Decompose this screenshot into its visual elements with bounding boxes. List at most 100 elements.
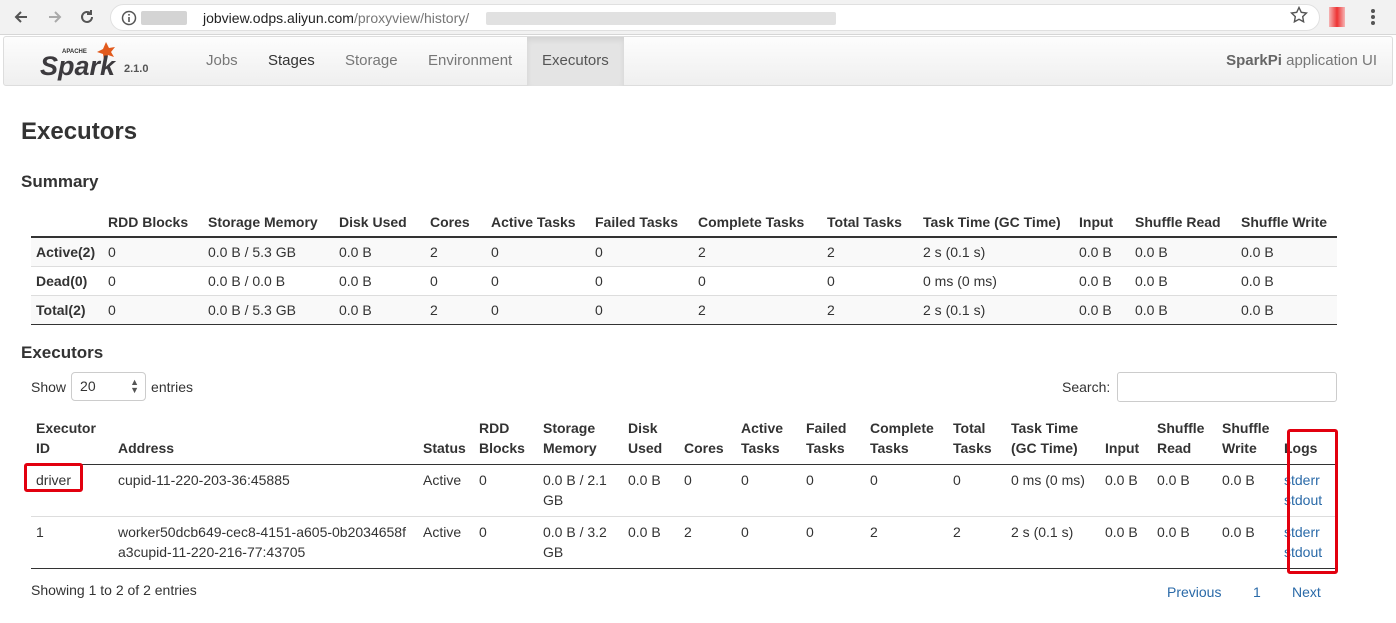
summary-cell: 2 s (0.1 s) (918, 294, 1074, 325)
col-header-input[interactable]: Input (1100, 416, 1152, 465)
executors-header-row: Executor ID Address Status RDD Blocks St… (31, 416, 1337, 465)
browser-toolbar: jobview.odps.aliyun.com/proxyview/histor… (0, 0, 1396, 35)
tab-executors[interactable]: Executors (527, 37, 624, 86)
svg-text:Spark: Spark (40, 51, 117, 81)
url-text: jobview.odps.aliyun.com/proxyview/histor… (203, 10, 470, 26)
executor-active-tasks: 0 (736, 516, 801, 569)
summary-cell: 0 (486, 294, 590, 325)
table-info: Showing 1 to 2 of 2 entries (31, 582, 197, 598)
info-icon (121, 10, 137, 26)
table-row: driver cupid-11-220-203-36:45885 Active … (31, 464, 1337, 517)
summary-cell: 0.0 B (1074, 236, 1130, 266)
tab-jobs[interactable]: Jobs (191, 37, 253, 86)
summary-col-header: Storage Memory (203, 208, 334, 238)
summary-col-header: Cores (425, 208, 486, 238)
search-label: Search: (1062, 379, 1111, 395)
executor-active-tasks: 0 (736, 464, 801, 517)
spark-logo[interactable]: APACHE Spark (40, 41, 130, 83)
col-header-task-time[interactable]: Task Time (GC Time) (1006, 416, 1100, 465)
page-size-value: 20 (80, 378, 96, 394)
previous-page-button[interactable]: Previous (1167, 584, 1221, 600)
summary-cell: 0 (590, 294, 693, 325)
search-control: Search: (1062, 372, 1338, 402)
summary-col-header: Complete Tasks (693, 208, 822, 238)
table-row: 1 worker50dcb649-cec8-4151-a605-0b203465… (31, 516, 1337, 569)
highlight-driver-box (24, 463, 83, 492)
executor-status: Active (418, 516, 474, 569)
show-label: Show (31, 378, 67, 395)
page-size-select[interactable]: 20 ▲ ▼ (71, 372, 147, 401)
col-header-total-tasks[interactable]: Total Tasks (948, 416, 1006, 465)
back-button[interactable] (10, 6, 32, 28)
executor-task-time: 0 ms (0 ms) (1006, 464, 1100, 517)
summary-cell: Active(2) (31, 236, 103, 266)
summary-cell: 2 (693, 236, 822, 266)
col-header-disk-used[interactable]: Disk Used (623, 416, 679, 465)
col-header-rdd-blocks[interactable]: RDD Blocks (474, 416, 538, 465)
executors-heading: Executors (21, 343, 104, 362)
address-bar[interactable]: jobview.odps.aliyun.com/proxyview/histor… (110, 4, 1320, 31)
executor-storage-memory: 0.0 B / 2.1 GB (538, 464, 623, 517)
summary-cell: 0 (103, 294, 203, 325)
summary-cell: Dead(0) (31, 265, 103, 295)
summary-cell: 0.0 B / 5.3 GB (203, 236, 334, 266)
summary-col-header: Shuffle Read (1130, 208, 1236, 238)
entries-label: entries (151, 378, 194, 395)
spark-version: 2.1.0 (124, 63, 149, 75)
executors-table: Executor ID Address Status RDD Blocks St… (31, 416, 1337, 569)
executor-shuffle-read: 0.0 B (1152, 516, 1217, 569)
summary-cell: 0.0 B (334, 265, 425, 295)
summary-heading: Summary (21, 172, 99, 191)
summary-cell: 2 (425, 236, 486, 266)
summary-col-header: Total Tasks (822, 208, 918, 238)
summary-col-header: Failed Tasks (590, 208, 693, 238)
col-header-shuffle-write[interactable]: Shuffle Write (1217, 416, 1279, 465)
executor-disk-used: 0.0 B (623, 464, 679, 517)
search-input[interactable] (1117, 372, 1338, 402)
col-header-complete-tasks[interactable]: Complete Tasks (865, 416, 948, 465)
executor-failed-tasks: 0 (801, 516, 865, 569)
col-header-cores[interactable]: Cores (679, 416, 736, 465)
spark-navbar: APACHE Spark 2.1.0 Jobs Stages Storage E… (3, 36, 1393, 86)
col-header-active-tasks[interactable]: Active Tasks (736, 416, 801, 465)
executor-disk-used: 0.0 B (623, 516, 679, 569)
page-1-button[interactable]: 1 (1253, 584, 1261, 600)
executor-id: 1 (31, 516, 113, 569)
executor-input: 0.0 B (1100, 516, 1152, 569)
executor-address: worker50dcb649-cec8-4151-a605-0b2034658f… (113, 516, 418, 569)
executor-task-time: 2 s (0.1 s) (1006, 516, 1100, 569)
summary-row-active: Active(2) 0 0.0 B / 5.3 GB 0.0 B 2 0 0 2… (31, 236, 1337, 266)
col-header-storage-memory[interactable]: Storage Memory (538, 416, 623, 465)
col-header-shuffle-read[interactable]: Shuffle Read (1152, 416, 1217, 465)
tab-storage[interactable]: Storage (330, 37, 413, 86)
summary-cell: 0 (590, 265, 693, 295)
summary-cell: 0.0 B (334, 294, 425, 325)
summary-cell: 0 (590, 236, 693, 266)
next-page-button[interactable]: Next (1292, 584, 1321, 600)
summary-cell: 2 (822, 294, 918, 325)
tab-stages[interactable]: Stages (253, 37, 330, 86)
bookmark-star-icon[interactable] (1290, 6, 1308, 24)
more-menu-icon[interactable] (1370, 8, 1376, 26)
col-header-address[interactable]: Address (113, 416, 418, 465)
executor-cores: 0 (679, 464, 736, 517)
forward-button[interactable] (44, 6, 66, 28)
app-title: SparkPi application UI (1226, 52, 1377, 69)
reload-button[interactable] (76, 6, 98, 28)
back-arrow-icon (14, 11, 27, 23)
executor-total-tasks: 2 (948, 516, 1006, 569)
col-header-status[interactable]: Status (418, 416, 474, 465)
summary-cell: 0 (822, 265, 918, 295)
summary-cell: 0 (103, 236, 203, 266)
extension-icon[interactable] (1329, 7, 1345, 27)
summary-col-header: Input (1074, 208, 1130, 238)
tab-environment[interactable]: Environment (413, 37, 527, 86)
summary-col-header: Task Time (GC Time) (918, 208, 1074, 238)
executor-failed-tasks: 0 (801, 464, 865, 517)
forward-arrow-icon (49, 11, 62, 23)
summary-cell: 0 (103, 265, 203, 295)
col-header-executor-id[interactable]: Executor ID (31, 416, 113, 465)
reload-icon (81, 10, 93, 23)
executor-complete-tasks: 2 (865, 516, 948, 569)
col-header-failed-tasks[interactable]: Failed Tasks (801, 416, 865, 465)
